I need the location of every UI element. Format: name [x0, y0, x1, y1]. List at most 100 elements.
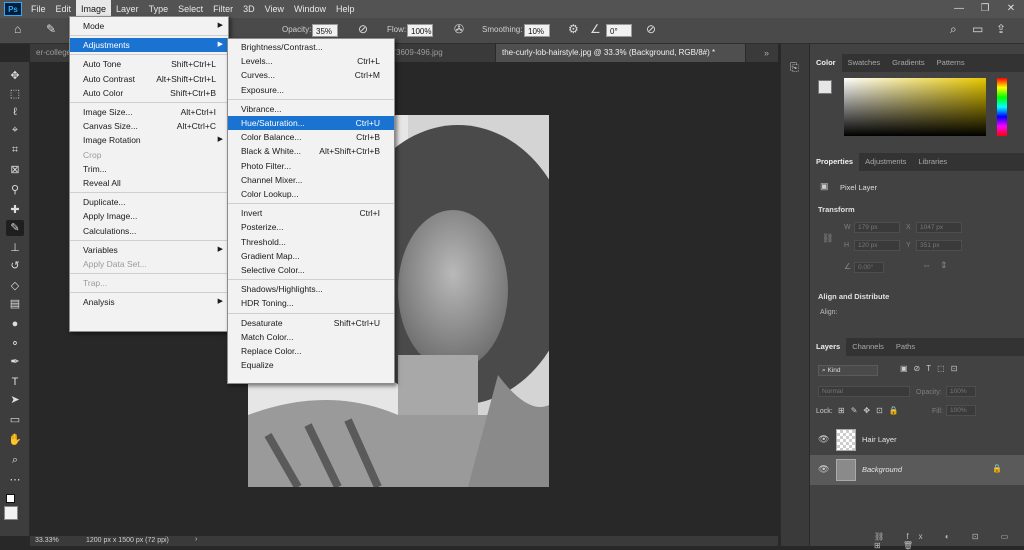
adjust_menu-color-balance[interactable]: Color Balance... Ctrl+B — [228, 130, 394, 144]
tab-color[interactable]: Color — [810, 54, 842, 72]
brush-tool-icon[interactable]: ✎ — [46, 22, 56, 36]
default-colors-icon[interactable] — [6, 494, 15, 503]
layer-filter-icons[interactable]: ▣⊘T⬚⊡ — [900, 364, 963, 373]
angle-field[interactable]: 0.00° — [854, 262, 884, 273]
smoothing-field[interactable]: 10% — [524, 24, 550, 37]
search-icon[interactable]: ⌕ — [950, 22, 957, 37]
adjust_menu-hue-saturation[interactable]: Hue/Saturation... Ctrl+U — [228, 116, 394, 130]
minimize-icon[interactable]: — — [946, 0, 972, 18]
blur-tool-icon[interactable]: ● — [6, 316, 24, 332]
path-select-tool-icon[interactable]: ➤ — [6, 392, 24, 408]
blend-mode-select[interactable]: Normal — [818, 386, 910, 397]
image_menu-apply-image[interactable]: Apply Image... — [70, 209, 228, 223]
tab-curly-lob[interactable]: the-curly-lob-hairstyle.jpg @ 33.3% (Bac… — [496, 44, 746, 62]
transform-section[interactable]: Transform — [818, 205, 855, 214]
color-foreground-swatch[interactable] — [818, 80, 832, 94]
adjust_menu-hdr-toning[interactable]: HDR Toning... — [228, 296, 394, 310]
link-icon[interactable]: ⛓ — [822, 233, 833, 244]
image_menu-auto-contrast[interactable]: Auto Contrast Alt+Shift+Ctrl+L — [70, 72, 228, 86]
tab-swatches[interactable]: Swatches — [842, 54, 887, 72]
layer-row-background[interactable]: 👁 Background 🔒 — [810, 455, 1024, 485]
image_menu-image-size[interactable]: Image Size... Alt+Ctrl+I — [70, 105, 228, 119]
smoothing-gear-icon[interactable]: ⚙ — [568, 22, 579, 36]
close-icon[interactable]: ✕ — [998, 0, 1024, 18]
tabs-overflow-icon[interactable]: » — [764, 48, 769, 58]
fill-field[interactable]: 100% — [946, 405, 976, 416]
width-field[interactable]: 179 px — [854, 222, 900, 233]
zoom-tool-icon[interactable]: ⌕ — [6, 452, 24, 468]
adjust_menu-curves[interactable]: Curves... Ctrl+M — [228, 68, 394, 82]
height-field[interactable]: 120 px — [854, 240, 900, 251]
image_menu-auto-tone[interactable]: Auto Tone Shift+Ctrl+L — [70, 57, 228, 71]
pressure-size-icon[interactable]: ⊘ — [646, 22, 656, 36]
color-picker-field[interactable] — [844, 78, 986, 136]
frame-tool-icon[interactable]: ⊠ — [6, 162, 24, 178]
adjust_menu-color-lookup[interactable]: Color Lookup... — [228, 187, 394, 201]
adjust_menu-selective-color[interactable]: Selective Color... — [228, 263, 394, 277]
brush-tool-icon[interactable]: ✎ — [6, 220, 24, 236]
adjust_menu-exposure[interactable]: Exposure... — [228, 83, 394, 97]
quick-select-tool-icon[interactable]: ⌖ — [6, 122, 24, 138]
flow-field[interactable]: 100% — [407, 24, 433, 37]
menu-view[interactable]: View — [260, 0, 289, 18]
adjust_menu-equalize[interactable]: Equalize — [228, 358, 394, 372]
menu-3d[interactable]: 3D — [238, 0, 260, 18]
rectangle-tool-icon[interactable]: ▭ — [6, 412, 24, 428]
adjust_menu-replace-color[interactable]: Replace Color... — [228, 344, 394, 358]
adjust_menu-shadows-highlights[interactable]: Shadows/Highlights... — [228, 282, 394, 296]
adjust_menu-photo-filter[interactable]: Photo Filter... — [228, 159, 394, 173]
adjust_menu-black-white[interactable]: Black & White... Alt+Shift+Ctrl+B — [228, 144, 394, 158]
image_menu-variables[interactable]: Variables ▶ — [70, 243, 228, 257]
adjust_menu-posterize[interactable]: Posterize... — [228, 220, 394, 234]
foreground-color-swatch[interactable] — [4, 506, 18, 520]
image_menu-analysis[interactable]: Analysis ▶ — [70, 295, 228, 309]
image_menu-trim[interactable]: Trim... — [70, 162, 228, 176]
adjust_menu-vibrance[interactable]: Vibrance... — [228, 102, 394, 116]
adjust_menu-invert[interactable]: Invert Ctrl+I — [228, 206, 394, 220]
opacity-field[interactable]: 35% — [312, 24, 338, 37]
tab-properties[interactable]: Properties — [810, 153, 860, 171]
adjust_menu-levels[interactable]: Levels... Ctrl+L — [228, 54, 394, 68]
restore-icon[interactable]: ❐ — [972, 0, 998, 18]
flip-horizontal-icon[interactable]: ⇔ — [922, 260, 931, 270]
dodge-tool-icon[interactable]: ⚬ — [6, 336, 24, 352]
layer-bottom-icons[interactable]: ⛓ fx ◐ ⊡ ▭ ⊞ 🗑 — [874, 532, 1024, 550]
pressure-opacity-icon[interactable]: ⊘ — [358, 22, 368, 36]
gradient-tool-icon[interactable]: ▤ — [6, 296, 24, 312]
adjust_menu-channel-mixer[interactable]: Channel Mixer... — [228, 173, 394, 187]
history-panel-icon[interactable]: ⎘ — [790, 62, 799, 75]
visibility-eye-icon[interactable]: 👁 — [818, 464, 829, 475]
crop-tool-icon[interactable]: ⌗ — [6, 142, 24, 158]
image_menu-canvas-size[interactable]: Canvas Size... Alt+Ctrl+C — [70, 119, 228, 133]
tab-channels[interactable]: Channels — [846, 338, 890, 356]
menu-file[interactable]: File — [26, 0, 51, 18]
lasso-tool-icon[interactable]: ℓ — [6, 104, 24, 120]
image_menu-calculations[interactable]: Calculations... — [70, 224, 228, 238]
adjust_menu-desaturate[interactable]: Desaturate Shift+Ctrl+U — [228, 316, 394, 330]
tab-adjustments[interactable]: Adjustments — [859, 153, 912, 171]
layer-row-hair[interactable]: 👁 Hair Layer — [810, 425, 1024, 455]
eraser-tool-icon[interactable]: ◇ — [6, 278, 24, 294]
image_menu-image-rotation[interactable]: Image Rotation ▶ — [70, 133, 228, 147]
tab-gradients[interactable]: Gradients — [886, 54, 931, 72]
layer-opacity-field[interactable]: 100% — [946, 386, 976, 397]
angle-field[interactable]: 0° — [606, 24, 632, 37]
hue-slider[interactable] — [997, 78, 1007, 136]
status-arrow-icon[interactable]: › — [195, 536, 197, 543]
pen-tool-icon[interactable]: ✒ — [6, 354, 24, 370]
move-tool-icon[interactable]: ✥ — [6, 68, 24, 84]
tab-libraries[interactable]: Libraries — [912, 153, 953, 171]
eyedropper-tool-icon[interactable]: ⚲ — [6, 182, 24, 198]
tab-layers[interactable]: Layers — [810, 338, 847, 356]
x-field[interactable]: 1047 px — [916, 222, 962, 233]
home-icon[interactable]: ⌂ — [14, 22, 21, 36]
layer-filter-select[interactable]: ⌕ Kind — [818, 365, 878, 376]
image_menu-auto-color[interactable]: Auto Color Shift+Ctrl+B — [70, 86, 228, 100]
clone-stamp-tool-icon[interactable]: ⊥ — [6, 240, 24, 256]
image_menu-reveal-all[interactable]: Reveal All — [70, 176, 228, 190]
menu-window[interactable]: Window — [289, 0, 331, 18]
adjust_menu-gradient-map[interactable]: Gradient Map... — [228, 249, 394, 263]
adjust_menu-match-color[interactable]: Match Color... — [228, 330, 394, 344]
share-icon[interactable]: ⇪ — [996, 22, 1006, 36]
image_menu-mode[interactable]: Mode ▶ — [70, 19, 228, 33]
